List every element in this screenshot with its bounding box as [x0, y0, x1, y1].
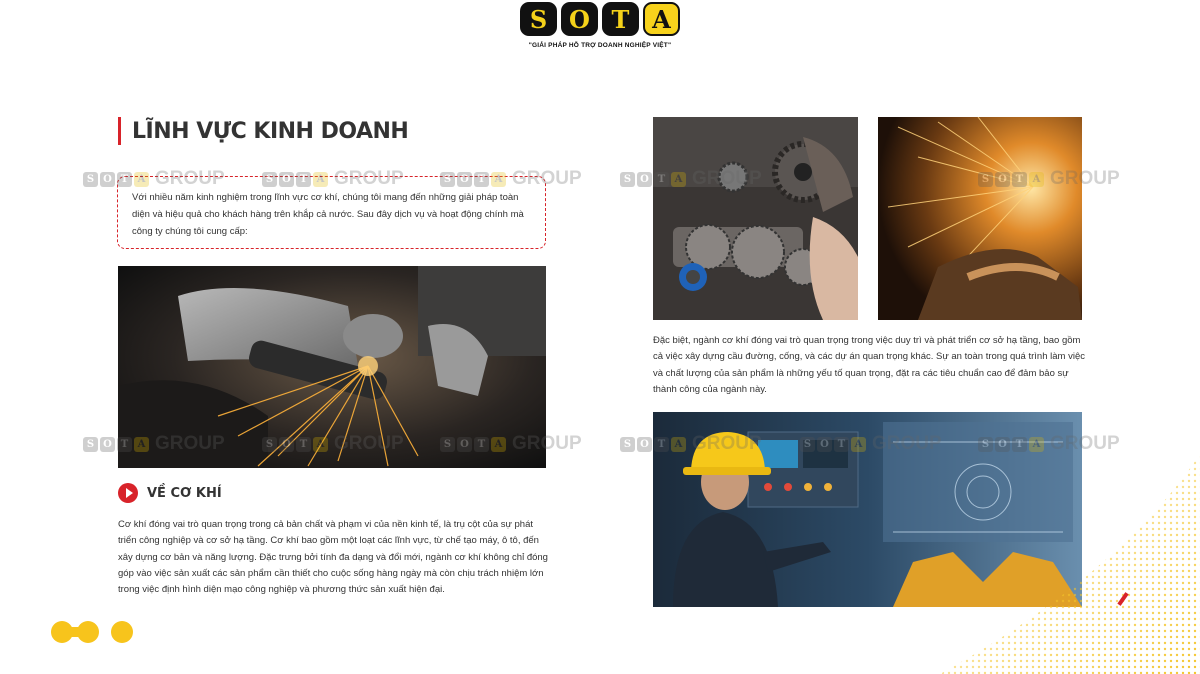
wm-letter: O — [637, 171, 652, 187]
wm-letter: S — [620, 171, 635, 187]
wm-letter: S — [620, 436, 635, 452]
page-heading: LĨNH VỰC KINH DOANH — [118, 116, 409, 146]
logo-letter-o: O — [560, 2, 598, 36]
right-body-text: Đặc biệt, ngành cơ khí đóng vai trò quan… — [653, 335, 1085, 395]
wm-letter: S — [83, 171, 98, 187]
gearbox-parts-photo — [653, 117, 858, 320]
intro-box: Với nhiều năm kinh nghiệm trong lĩnh vực… — [117, 176, 546, 249]
halftone-pattern — [940, 454, 1200, 674]
angle-grinder-sparks-photo — [118, 266, 546, 468]
decorative-dots — [51, 621, 133, 643]
section-heading: VỀ CƠ KHÍ — [118, 483, 222, 503]
sota-logo: S O T A "GIẢI PHÁP HỖ TRỢ DOANH NGHIỆP V… — [520, 2, 680, 58]
decor-dot — [77, 621, 99, 643]
welding-sparks-photo — [878, 117, 1082, 320]
decor-dot — [111, 621, 133, 643]
play-circle-icon — [118, 483, 138, 503]
logo-tagline: "GIẢI PHÁP HỖ TRỢ DOANH NGHIỆP VIỆT" — [528, 42, 672, 49]
wm-letter: O — [100, 171, 115, 187]
logo-letter-a: A — [642, 2, 680, 36]
section-body-text: Cơ khí đóng vai trò quan trọng trong cả … — [118, 519, 548, 596]
page-title: LĨNH VỰC KINH DOANH — [132, 118, 409, 144]
logo-letter-s: S — [520, 2, 557, 36]
wm-letter: S — [83, 436, 98, 452]
wm-letter: O — [100, 436, 115, 452]
heading-accent-bar — [118, 117, 121, 145]
logo-letter-t: T — [601, 2, 639, 36]
wm-letter: O — [637, 436, 652, 452]
section-title: VỀ CƠ KHÍ — [147, 485, 222, 501]
